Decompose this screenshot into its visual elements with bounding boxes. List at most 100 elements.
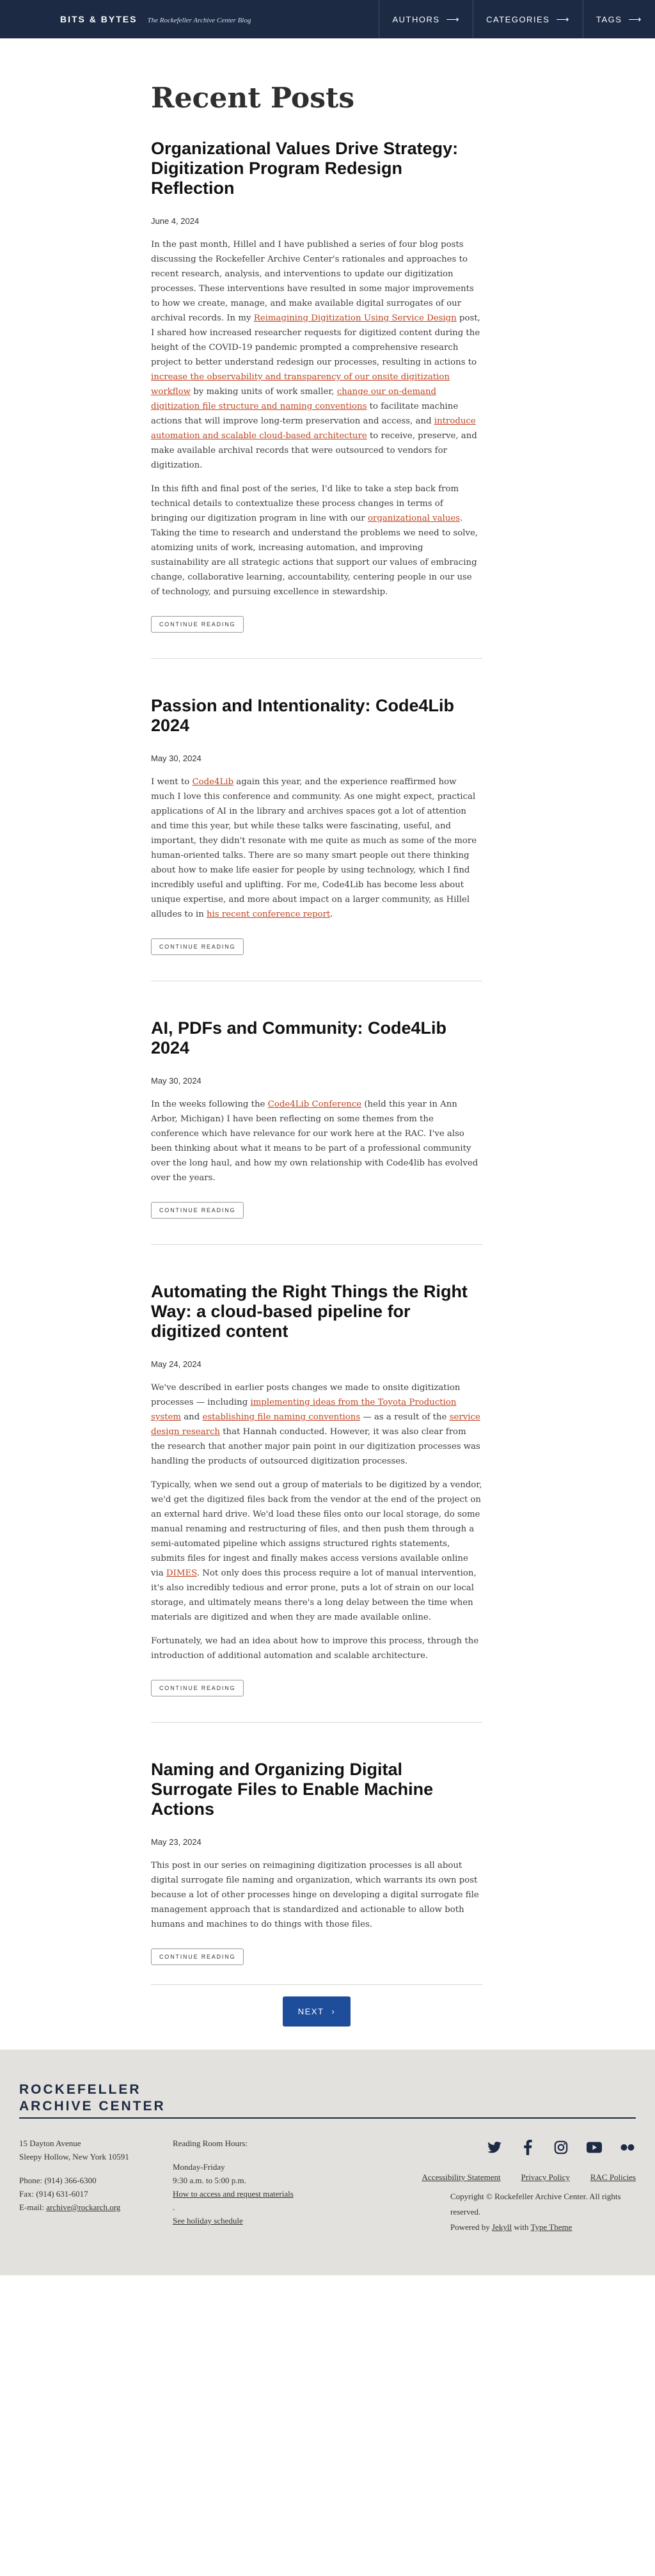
text: again this year, and the experience reaf… [151, 777, 477, 919]
text: . Taking the time to research and unders… [151, 514, 478, 597]
footer-right: Accessibility Statement Privacy Policy R… [393, 2137, 636, 2235]
arrow-right-icon: ⟶ [628, 13, 642, 24]
address-line: 15 Dayton Avenue [19, 2138, 81, 2148]
post-date: June 4, 2024 [151, 216, 200, 226]
nav-label: AUTHORS [392, 14, 440, 24]
arrow-right-icon: ⟶ [446, 13, 461, 24]
privacy-link[interactable]: Privacy Policy [521, 2172, 570, 2183]
continue-reading-button[interactable]: CONTINUE READING [151, 616, 244, 633]
post-link[interactable]: DIMES [166, 1569, 197, 1578]
continue-reading-button[interactable]: CONTINUE READING [151, 1680, 244, 1696]
type-theme-link[interactable]: Type Theme [530, 2222, 572, 2232]
access-materials-link[interactable]: How to access and request materials [173, 2189, 294, 2199]
copyright: Copyright © Rockefeller Archive Center. … [450, 2192, 621, 2216]
holiday-schedule-link[interactable]: See holiday schedule [173, 2216, 243, 2225]
nav-label: CATEGORIES [486, 14, 550, 24]
post-title[interactable]: Organizational Values Drive Strategy: Di… [151, 139, 482, 198]
footer-logo[interactable]: ROCKEFELLER ARCHIVE CENTER [19, 2082, 636, 2119]
post: AI, PDFs and Community: Code4Lib 2024 Ma… [151, 1018, 482, 1245]
post-title[interactable]: Passion and Intentionality: Code4Lib 202… [151, 696, 482, 736]
pagination: NEXT › [151, 1984, 482, 2050]
text: In the past month, Hillel and I have pub… [151, 240, 474, 323]
chevron-right-icon: › [331, 2007, 336, 2016]
page-title: Recent Posts [151, 82, 355, 115]
text: — as a result of the [360, 1412, 450, 1422]
post-excerpt: I went to Code4Lib again this year, and … [151, 775, 482, 922]
post-link[interactable]: Reimagining Digitization Using Service D… [254, 313, 457, 323]
continue-reading-button[interactable]: CONTINUE READING [151, 1948, 244, 1965]
jekyll-link[interactable]: Jekyll [492, 2222, 512, 2232]
footer-columns: 15 Dayton Avenue Sleepy Hollow, New York… [19, 2137, 636, 2235]
accessibility-link[interactable]: Accessibility Statement [422, 2172, 501, 2183]
post-link[interactable]: Code4Lib Conference [268, 1100, 361, 1109]
site-header: BITS & BYTES The Rockefeller Archive Cen… [0, 0, 655, 38]
post-link[interactable]: organizational values [368, 514, 460, 523]
continue-reading-button[interactable]: CONTINUE READING [151, 938, 244, 955]
youtube-icon[interactable] [586, 2139, 603, 2156]
post: Automating the Right Things the Right Wa… [151, 1282, 482, 1723]
text: (held this year in Ann Arbor, Michigan) … [151, 1100, 478, 1183]
policies-link[interactable]: RAC Policies [590, 2172, 636, 2183]
post-date: May 23, 2024 [151, 1837, 201, 1847]
site-tagline: The Rockefeller Archive Center Blog [147, 17, 251, 24]
flickr-icon[interactable] [619, 2139, 636, 2156]
text: and [180, 1412, 203, 1422]
instagram-icon[interactable] [553, 2139, 569, 2156]
email-line: E-mail: archive@rockarch.org [19, 2201, 173, 2214]
post-date: May 24, 2024 [151, 1359, 201, 1369]
post-link[interactable]: Code4Lib [192, 777, 233, 787]
text: I went to [151, 777, 193, 787]
post: Organizational Values Drive Strategy: Di… [151, 139, 482, 659]
address-line: Sleepy Hollow, New York 10591 [19, 2152, 129, 2161]
site-footer: ROCKEFELLER ARCHIVE CENTER 15 Dayton Ave… [0, 2050, 655, 2275]
text: Typically, when we send out a group of m… [151, 1480, 482, 1578]
nav-tags[interactable]: TAGS ⟶ [582, 0, 655, 38]
nav-label: TAGS [596, 14, 622, 24]
footer-links: Accessibility Statement Privacy Policy R… [422, 2172, 636, 2183]
post-title[interactable]: AI, PDFs and Community: Code4Lib 2024 [151, 1018, 482, 1058]
footer-hours: Reading Room Hours: Monday-Friday 9:30 a… [173, 2137, 393, 2235]
next-page-button[interactable]: NEXT › [282, 1996, 351, 2027]
hours-days: Monday-Friday [173, 2162, 225, 2172]
email-link[interactable]: archive@rockarch.org [46, 2202, 120, 2212]
post-excerpt: This post in our series on reimagining d… [151, 1861, 479, 1929]
post-excerpt: In this fifth and final post of the seri… [151, 482, 482, 599]
logo-line: ROCKEFELLER [19, 2082, 141, 2097]
post: Naming and Organizing Digital Surrogate … [151, 1760, 482, 1984]
text: Powered by [450, 2222, 492, 2232]
arrow-right-icon: ⟶ [556, 13, 570, 24]
next-label: NEXT [297, 2007, 324, 2016]
email-label: E-mail: [19, 2202, 47, 2212]
hours-dot: . [173, 2202, 175, 2212]
fax: Fax: (914) 631-6017 [19, 2189, 88, 2199]
post-title[interactable]: Naming and Organizing Digital Surrogate … [151, 1760, 482, 1819]
logo-line: ARCHIVE CENTER [19, 2099, 166, 2114]
footer-address: 15 Dayton Avenue Sleepy Hollow, New York… [19, 2137, 173, 2235]
post-excerpt: In the past month, Hillel and I have pub… [151, 237, 482, 473]
post-date: May 30, 2024 [151, 754, 201, 763]
twitter-icon[interactable] [486, 2139, 503, 2156]
continue-reading-button[interactable]: CONTINUE READING [151, 1202, 244, 1219]
text: In the weeks following the [151, 1100, 268, 1109]
post-link[interactable]: his recent conference report [207, 910, 330, 919]
brand: BITS & BYTES The Rockefeller Archive Cen… [60, 14, 251, 24]
main-nav: AUTHORS ⟶ CATEGORIES ⟶ TAGS ⟶ [379, 0, 655, 38]
post: Passion and Intentionality: Code4Lib 202… [151, 696, 482, 981]
post-excerpt: We've described in earlier posts changes… [151, 1380, 482, 1469]
phone: Phone: (914) 366-6300 [19, 2176, 97, 2185]
nav-categories[interactable]: CATEGORIES ⟶ [473, 0, 583, 38]
hours-title: Reading Room Hours: [173, 2138, 248, 2148]
powered-by: Powered by Jekyll with Type Theme [450, 2220, 572, 2235]
post-date: May 30, 2024 [151, 1076, 201, 1086]
text: . Not only does this process require a l… [151, 1569, 477, 1622]
post-link[interactable]: establishing file naming conventions [202, 1412, 360, 1422]
text: by making units of work smaller, [191, 387, 337, 397]
post-excerpt: In the weeks following the Code4Lib Conf… [151, 1097, 482, 1185]
site-title[interactable]: BITS & BYTES [60, 14, 137, 24]
hours-time: 9:30 a.m. to 5:00 p.m. [173, 2176, 246, 2185]
post-excerpt: Typically, when we send out a group of m… [151, 1478, 482, 1625]
nav-authors[interactable]: AUTHORS ⟶ [379, 0, 473, 38]
facebook-icon[interactable] [519, 2139, 536, 2156]
text: with [512, 2222, 531, 2232]
post-title[interactable]: Automating the Right Things the Right Wa… [151, 1282, 482, 1341]
